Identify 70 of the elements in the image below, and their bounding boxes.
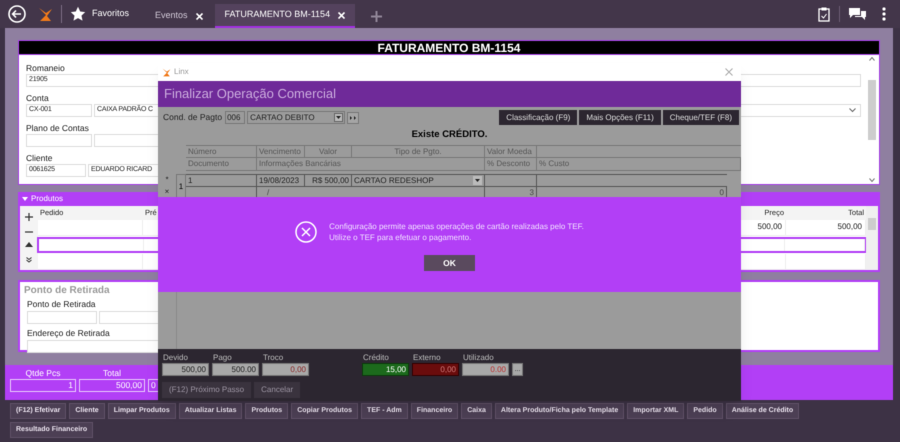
add-icon[interactable]	[25, 212, 33, 221]
field-label: Plano de Contas	[26, 122, 89, 134]
table-cell: 19/08/2023	[257, 175, 305, 186]
row-marker[interactable]: ×	[164, 186, 170, 198]
ok-button[interactable]: OK	[424, 255, 475, 271]
expand-icon[interactable]	[26, 257, 32, 264]
dialog-title: Linx	[174, 66, 190, 78]
input-field[interactable]: 0,00	[262, 363, 309, 376]
notice-text: Existe CRÉDITO.	[412, 128, 488, 142]
input-field[interactable]: 15,00	[362, 363, 409, 376]
logo-icon	[162, 68, 171, 76]
dialog-button[interactable]: Cheque/TEF (F8)	[662, 110, 739, 125]
clipboard-icon[interactable]	[818, 6, 830, 22]
input-field[interactable]: 500,00	[162, 363, 209, 376]
star-icon[interactable]	[70, 6, 86, 22]
field-label: Cliente	[26, 152, 52, 164]
row-marker[interactable]: *	[165, 174, 169, 186]
error-icon	[295, 221, 318, 243]
dropdown-arrow-icon[interactable]	[334, 113, 344, 122]
field-label: Utilizado	[462, 352, 495, 363]
input-field[interactable]: 500,00	[79, 379, 145, 392]
dialog-button[interactable]: Mais Opções (F11)	[579, 110, 661, 125]
field-label: Ponto de Retirada	[27, 298, 96, 311]
input-field[interactable]	[27, 310, 97, 324]
chat-icon[interactable]	[849, 8, 866, 20]
field-label: Qtde Pcs	[26, 367, 60, 379]
dialog-header: Finalizar Operação Comercial	[158, 81, 741, 107]
select-field[interactable]: CARTAO REDESHOP	[352, 175, 485, 186]
scrollbar[interactable]	[865, 55, 879, 184]
form-title: FATURAMENTO BM-1154	[18, 40, 880, 55]
field-label: Total	[103, 367, 121, 379]
menu-icon[interactable]	[882, 7, 886, 21]
tab[interactable]: FATURAMENTO BM-1154	[214, 4, 356, 28]
field-label: Conta	[26, 92, 49, 104]
remove-icon[interactable]	[25, 230, 33, 233]
tab[interactable]: Eventos	[149, 4, 209, 28]
input-field[interactable]: 006	[225, 111, 246, 124]
input-field[interactable]: 0,00	[412, 363, 459, 376]
select-field[interactable]: CARTAO DEBITO	[247, 111, 346, 124]
scroll-down-icon[interactable]	[869, 178, 875, 182]
field-label: Pago	[212, 352, 233, 363]
input-field[interactable]: 500.00	[212, 363, 259, 376]
collapse-icon[interactable]	[22, 197, 28, 201]
dialog-button[interactable]: (F12) Próximo Passo	[162, 382, 252, 398]
field-label: Romaneio	[26, 62, 65, 74]
message-text: Utilize o TEF para efetuar o pagamento.	[329, 232, 472, 243]
forward-icon[interactable]	[347, 112, 360, 124]
section-title: Ponto de Retirada	[24, 284, 111, 298]
table-cell: R$ 500,00	[305, 175, 352, 186]
add-tab-icon[interactable]	[371, 10, 382, 22]
table-cell: 1	[186, 175, 257, 186]
favorites-link[interactable]: Favoritos	[92, 7, 130, 21]
chevron-down-icon[interactable]	[849, 108, 856, 113]
dialog-button[interactable]: Classificação (F9)	[499, 110, 578, 125]
scroll-up-icon[interactable]	[869, 57, 875, 61]
move-up-icon[interactable]	[25, 242, 33, 248]
dialog-button[interactable]: Cancelar	[254, 382, 300, 398]
dropdown-arrow-icon[interactable]	[473, 176, 482, 185]
input-field[interactable]: 1	[10, 379, 76, 392]
field-label: Endereço de Retirada	[27, 326, 110, 340]
input-field[interactable]	[26, 134, 92, 147]
field-label: Externo	[412, 352, 442, 363]
back-icon[interactable]	[8, 5, 26, 23]
field-label: Crédito	[362, 352, 390, 363]
scrollbar[interactable]	[866, 206, 878, 270]
message-text: Configuração permite apenas operações de cartão realizadas pelo TEF.	[329, 221, 584, 232]
logo-icon[interactable]	[38, 6, 53, 22]
field-label: Devido	[162, 352, 189, 363]
field-label: Cond. de Pagto	[163, 111, 222, 124]
field-label: Troco	[262, 352, 284, 363]
